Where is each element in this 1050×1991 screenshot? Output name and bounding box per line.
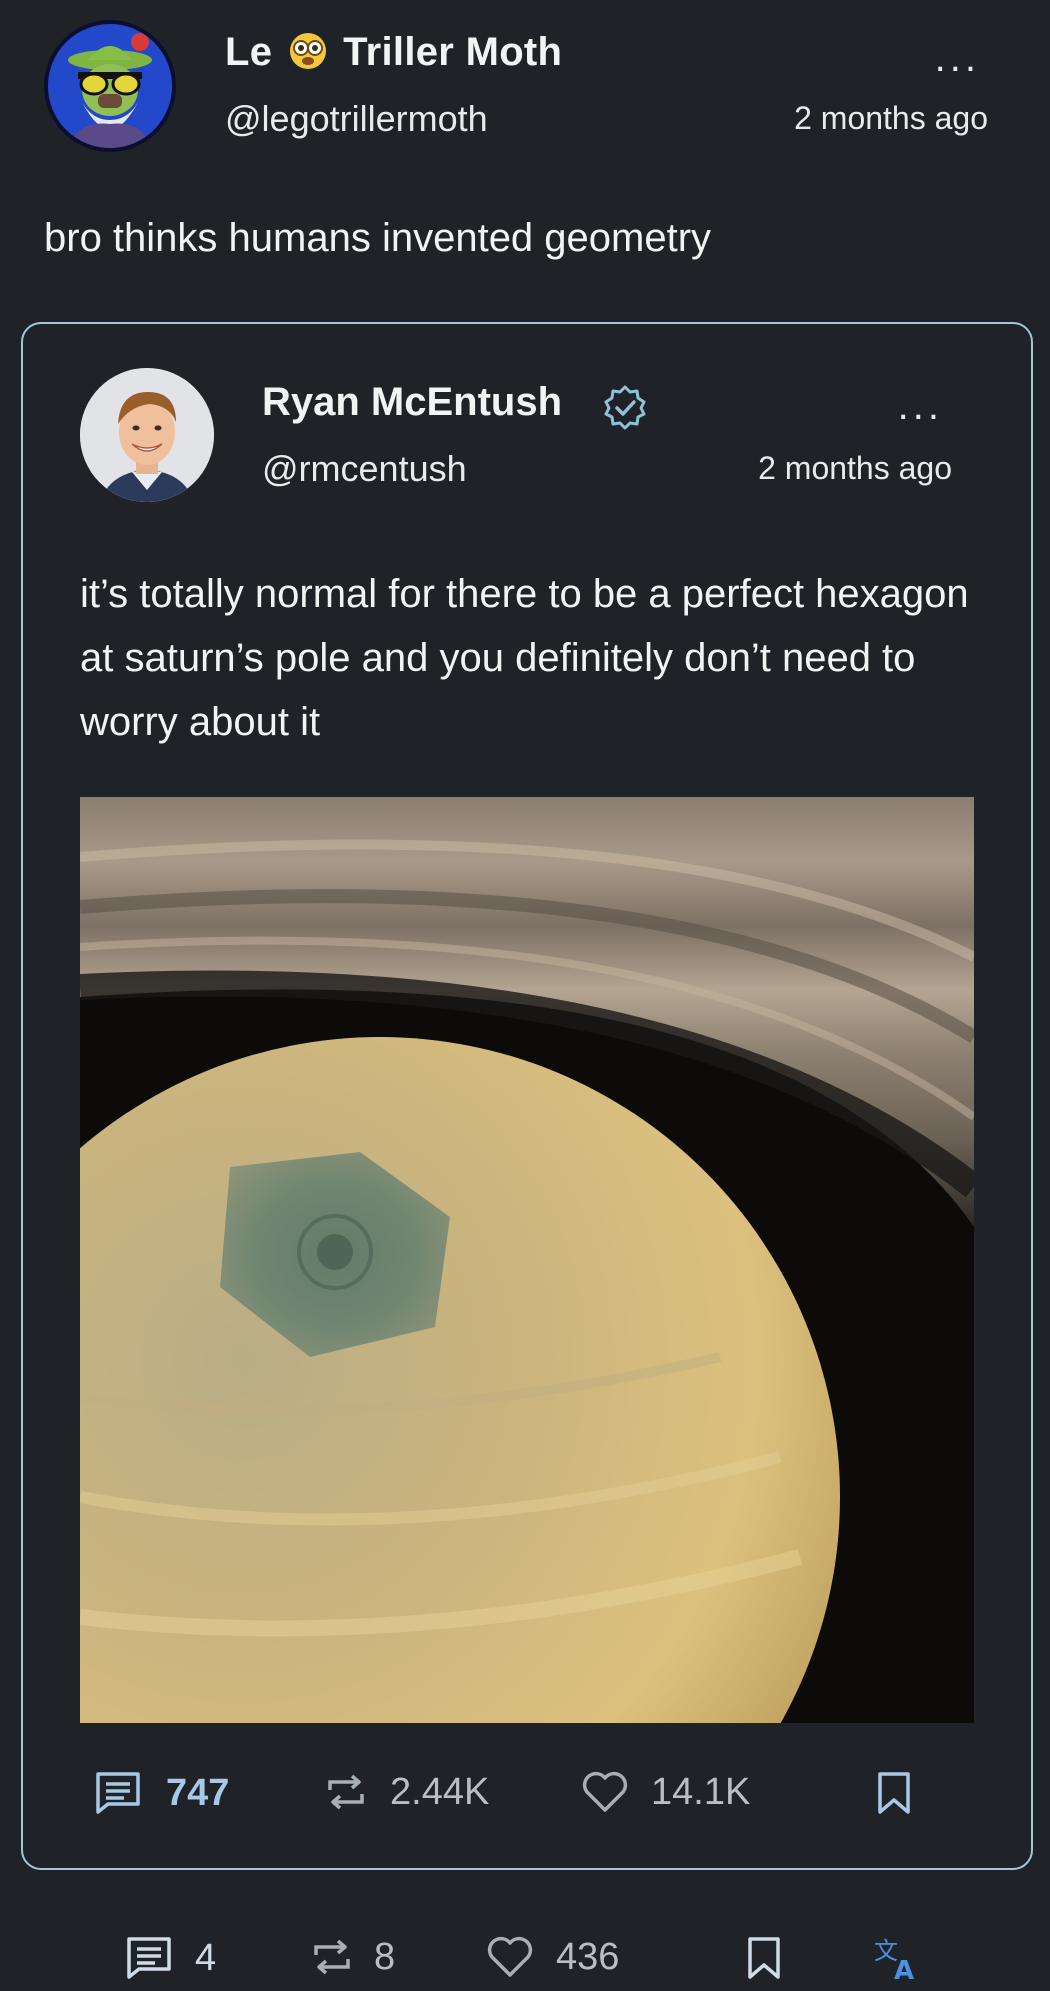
avatar-photo: [80, 368, 214, 502]
nerd-face-emoji-icon: [288, 31, 328, 81]
heart-icon: [582, 1771, 628, 1812]
translate-button[interactable]: 文 A: [872, 1935, 924, 1983]
author-name[interactable]: Le Triller Moth: [225, 30, 562, 81]
author-handle[interactable]: @legotrillermoth: [225, 98, 488, 140]
repost-icon: [328, 1774, 364, 1810]
quoted-like-button[interactable]: 14.1K: [581, 1770, 750, 1814]
author-name-prefix: Le: [225, 30, 273, 74]
bookmark-button[interactable]: [746, 1935, 782, 1981]
author-name-suffix: Triller Moth: [343, 30, 563, 74]
reply-icon: [96, 1772, 140, 1814]
svg-text:A: A: [894, 1956, 914, 1983]
quoted-more-options-button[interactable]: ...: [898, 386, 943, 426]
heart-icon: [487, 1936, 533, 1977]
quoted-reply-count: 747: [166, 1771, 230, 1814]
reply-icon: [127, 1937, 171, 1979]
quoted-post-text: it’s totally normal for there to be a pe…: [80, 572, 969, 744]
quoted-repost-button[interactable]: 2.44K: [324, 1770, 489, 1814]
quoted-like-count: 14.1K: [651, 1770, 751, 1813]
bookmark-icon: [748, 1937, 780, 1979]
verified-badge-icon: [602, 384, 648, 430]
saturn-image[interactable]: [80, 797, 974, 1723]
quoted-author-name[interactable]: Ryan McEntush: [262, 380, 562, 425]
quoted-post-timestamp: 2 months ago: [758, 450, 952, 486]
repost-button[interactable]: 8: [310, 1935, 395, 1979]
avatar-illustration: [48, 24, 172, 148]
post-text: bro thinks humans invented geometry: [44, 216, 712, 260]
like-button[interactable]: 436: [486, 1935, 619, 1979]
more-options-button[interactable]: ...: [935, 38, 980, 78]
repost-count: 8: [374, 1935, 396, 1978]
repost-icon: [314, 1939, 350, 1975]
like-count: 436: [556, 1935, 620, 1978]
bookmark-icon: [878, 1772, 910, 1814]
author-avatar[interactable]: [44, 20, 176, 152]
quoted-author-handle[interactable]: @rmcentush: [262, 448, 467, 490]
quoted-author-avatar[interactable]: [80, 368, 214, 502]
post-timestamp: 2 months ago: [794, 100, 988, 136]
translate-icon: 文 A: [874, 1937, 914, 1983]
reply-count: 4: [195, 1936, 217, 1979]
reply-button[interactable]: 4: [125, 1935, 216, 1981]
quoted-reply-button[interactable]: 747: [94, 1770, 229, 1816]
saturn-hexagon-photo: [80, 797, 974, 1723]
quoted-bookmark-button[interactable]: [876, 1770, 912, 1816]
quoted-repost-count: 2.44K: [390, 1770, 490, 1813]
